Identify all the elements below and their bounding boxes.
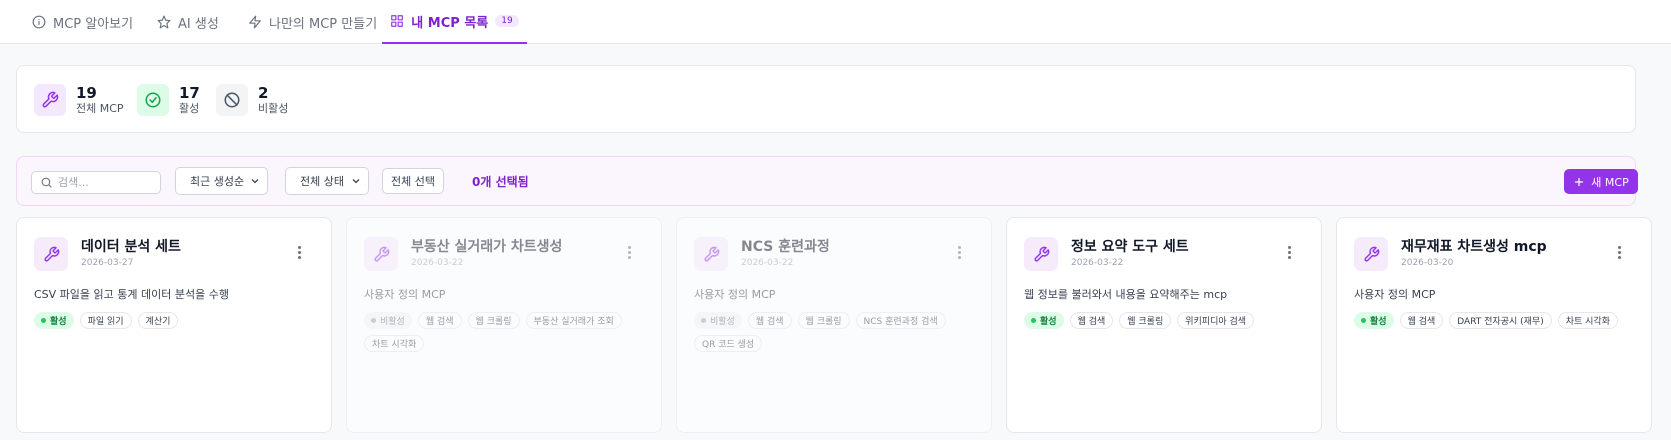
- info-icon: [32, 15, 46, 29]
- tab-count-badge: 19: [495, 15, 519, 27]
- tool-tag: DART 전자공시 (재무): [1449, 312, 1552, 329]
- more-menu-icon[interactable]: [293, 243, 305, 261]
- tool-tag: 파일 읽기: [79, 312, 132, 329]
- stat-value: 19: [76, 84, 97, 102]
- more-menu-icon[interactable]: [623, 243, 635, 261]
- chevron-down-icon: [352, 179, 360, 184]
- tool-tag: 웹 크롤링: [797, 312, 850, 329]
- card-title: 부동산 실거래가 차트생성: [411, 239, 563, 255]
- search-input[interactable]: [58, 176, 153, 189]
- sort-select-value: 최근 생성순: [190, 175, 245, 188]
- status-select-value: 전체 상태: [300, 175, 344, 188]
- status-badge: 비활성: [364, 312, 412, 329]
- stat-value: 17: [179, 84, 200, 102]
- card-description: 사용자 정의 MCP: [1354, 288, 1436, 301]
- card-description: 사용자 정의 MCP: [694, 288, 776, 301]
- mcp-card[interactable]: NCS 훈련과정 2026-03-22 사용자 정의 MCP 비활성 웹 검색 웹 크롤링…: [676, 217, 992, 433]
- stat-inactive: 2 비활성: [216, 66, 288, 134]
- card-date: 2026-03-27: [81, 258, 134, 268]
- status-badge: 활성: [34, 312, 74, 329]
- card-title: 정보 요약 도구 세트: [1071, 239, 1189, 255]
- status-badge: 활성: [1024, 312, 1064, 329]
- tool-tag: 웹 검색: [417, 312, 462, 329]
- wrench-icon: [1354, 237, 1388, 271]
- tool-tag: 부동산 실거래가 조회: [525, 312, 622, 329]
- status-badge: 비활성: [694, 312, 742, 329]
- tool-tag: 위키피디아 검색: [1177, 312, 1255, 329]
- tool-tag: 계산기: [137, 312, 179, 329]
- more-menu-icon[interactable]: [1613, 243, 1625, 261]
- stats-panel: 19 전체 MCP 17 활성 2 비활성: [16, 65, 1636, 133]
- tab-create-mcp[interactable]: 나만의 MCP 만들기: [248, 0, 377, 44]
- tab-label: 나만의 MCP 만들기: [269, 16, 378, 32]
- tab-mcp-intro[interactable]: MCP 알아보기: [32, 0, 133, 44]
- stat-label: 전체 MCP: [76, 102, 124, 115]
- star-icon: [157, 15, 171, 29]
- selected-count: 0개 선택됨: [472, 175, 529, 189]
- new-mcp-button[interactable]: 새 MCP: [1564, 169, 1638, 194]
- tool-tag: 웹 크롤링: [1119, 312, 1172, 329]
- search-icon: [41, 177, 52, 188]
- card-description: CSV 파일을 읽고 통계 데이터 분석을 수행: [34, 288, 229, 301]
- tool-tag: NCS 훈련과정 검색: [855, 312, 946, 329]
- lightning-icon: [249, 15, 261, 29]
- card-title: NCS 훈련과정: [741, 239, 830, 255]
- wrench-icon: [34, 84, 66, 116]
- card-date: 2026-03-22: [1071, 258, 1124, 268]
- mcp-card[interactable]: 정보 요약 도구 세트 2026-03-22 웹 정보를 불러와서 내용을 요약해주…: [1006, 217, 1322, 433]
- stat-label: 활성: [179, 102, 200, 115]
- card-date: 2026-03-22: [741, 258, 794, 268]
- stat-active: 17 활성: [137, 66, 200, 134]
- tool-tag: 차트 시각화: [364, 335, 425, 352]
- mcp-card[interactable]: 부동산 실거래가 차트생성 2026-03-22 사용자 정의 MCP 비활성 웹 검색…: [346, 217, 662, 433]
- plus-icon: [1575, 177, 1584, 186]
- stat-label: 비활성: [258, 102, 289, 115]
- chevron-down-icon: [251, 179, 259, 184]
- card-description: 사용자 정의 MCP: [364, 288, 446, 301]
- card-tags: 활성 웹 검색 웹 크롤링 위키피디아 검색: [1024, 312, 1314, 329]
- wrench-icon: [1024, 237, 1058, 271]
- tab-ai-generate[interactable]: AI 생성: [157, 0, 219, 44]
- more-menu-icon[interactable]: [1283, 243, 1295, 261]
- wrench-icon: [694, 237, 728, 271]
- check-circle-icon: [137, 84, 169, 116]
- status-select[interactable]: 전체 상태: [285, 167, 369, 195]
- card-tags: 활성 웹 검색 DART 전자공시 (재무) 차트 시각화: [1354, 312, 1644, 329]
- tab-label: 내 MCP 목록: [411, 15, 489, 31]
- filter-bar: 최근 생성순 전체 상태 전체 선택 0개 선택됨 새 MCP: [16, 156, 1638, 206]
- card-tags: 활성 파일 읽기 계산기: [34, 312, 324, 329]
- select-all-button[interactable]: 전체 선택: [382, 168, 444, 194]
- mcp-card[interactable]: 재무재표 차트생성 mcp 2026-03-20 사용자 정의 MCP 활성 웹 검색 D…: [1336, 217, 1652, 433]
- top-tab-bar: MCP 알아보기 AI 생성 나만의 MCP 만들기 내 MCP 목록 19: [0, 0, 1671, 44]
- card-date: 2026-03-22: [411, 258, 464, 268]
- tool-tag: QR 코드 생성: [694, 335, 763, 352]
- tool-tag: 웹 검색: [747, 312, 792, 329]
- search-box[interactable]: [31, 171, 161, 194]
- tool-tag: 웹 검색: [1069, 312, 1114, 329]
- more-menu-icon[interactable]: [953, 243, 965, 261]
- stat-value: 2: [258, 84, 269, 102]
- new-mcp-label: 새 MCP: [1591, 175, 1629, 189]
- stat-total: 19 전체 MCP: [34, 66, 124, 134]
- ban-icon: [216, 84, 248, 116]
- tab-my-mcp-list[interactable]: 내 MCP 목록 19: [382, 0, 527, 44]
- grid-icon: [391, 15, 404, 27]
- card-tags: 비활성 웹 검색 웹 크롤링 NCS 훈련과정 검색 QR 코드 생성: [694, 312, 984, 352]
- card-description: 웹 정보를 불러와서 내용을 요약해주는 mcp: [1024, 288, 1228, 301]
- card-title: 데이터 분석 세트: [81, 239, 181, 255]
- card-title: 재무재표 차트생성 mcp: [1401, 239, 1547, 255]
- tool-tag: 웹 검색: [1399, 312, 1444, 329]
- tool-tag: 웹 크롤링: [467, 312, 520, 329]
- tab-label: AI 생성: [178, 16, 219, 32]
- card-tags: 비활성 웹 검색 웹 크롤링 부동산 실거래가 조회차트 시각화: [364, 312, 654, 352]
- wrench-icon: [34, 237, 68, 271]
- tab-label: MCP 알아보기: [53, 16, 134, 32]
- wrench-icon: [364, 237, 398, 271]
- sort-select[interactable]: 최근 생성순: [175, 167, 268, 195]
- status-badge: 활성: [1354, 312, 1394, 329]
- mcp-card[interactable]: 데이터 분석 세트 2026-03-27 CSV 파일을 읽고 통계 데이터 분석을…: [16, 217, 332, 433]
- tool-tag: 차트 시각화: [1557, 312, 1618, 329]
- card-date: 2026-03-20: [1401, 258, 1454, 268]
